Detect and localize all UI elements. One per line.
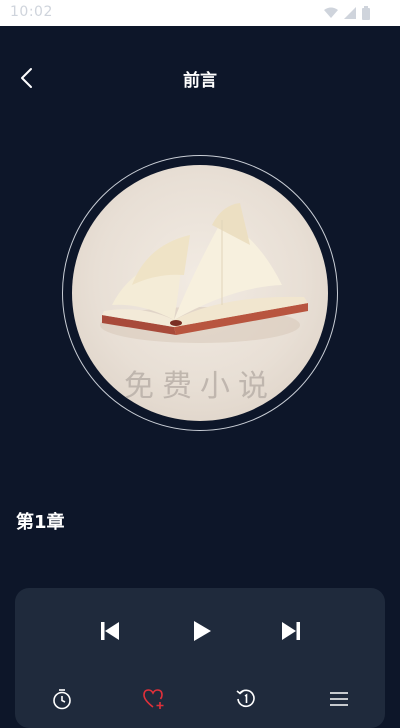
player-panel — [15, 588, 385, 728]
page-title: 前言 — [183, 71, 217, 91]
wifi-icon — [324, 7, 338, 18]
status-time: 10:02 — [10, 4, 53, 20]
playlist-button[interactable] — [326, 686, 352, 712]
play-icon — [194, 621, 211, 641]
book-cover-image: 免费小说 — [72, 165, 328, 421]
nav-bar: 前言 — [0, 52, 400, 104]
replay-button[interactable] — [233, 686, 259, 712]
replay-icon — [236, 689, 255, 708]
status-bar: 10:02 — [0, 0, 400, 26]
playlist-icon — [330, 692, 348, 706]
favorite-button[interactable] — [141, 686, 167, 712]
timer-icon — [53, 689, 71, 710]
next-icon — [282, 622, 300, 640]
favorite-add-icon — [143, 689, 164, 709]
signal-icon — [344, 7, 356, 19]
previous-button[interactable] — [97, 618, 123, 644]
battery-icon — [362, 6, 370, 20]
chapter-title: 第1章 — [16, 512, 65, 533]
previous-icon — [101, 622, 119, 640]
status-icons — [324, 6, 370, 20]
timer-button[interactable] — [49, 686, 75, 712]
play-button[interactable] — [189, 618, 215, 644]
cover-watermark-text: 免费小说 — [124, 369, 276, 404]
next-button[interactable] — [278, 618, 304, 644]
